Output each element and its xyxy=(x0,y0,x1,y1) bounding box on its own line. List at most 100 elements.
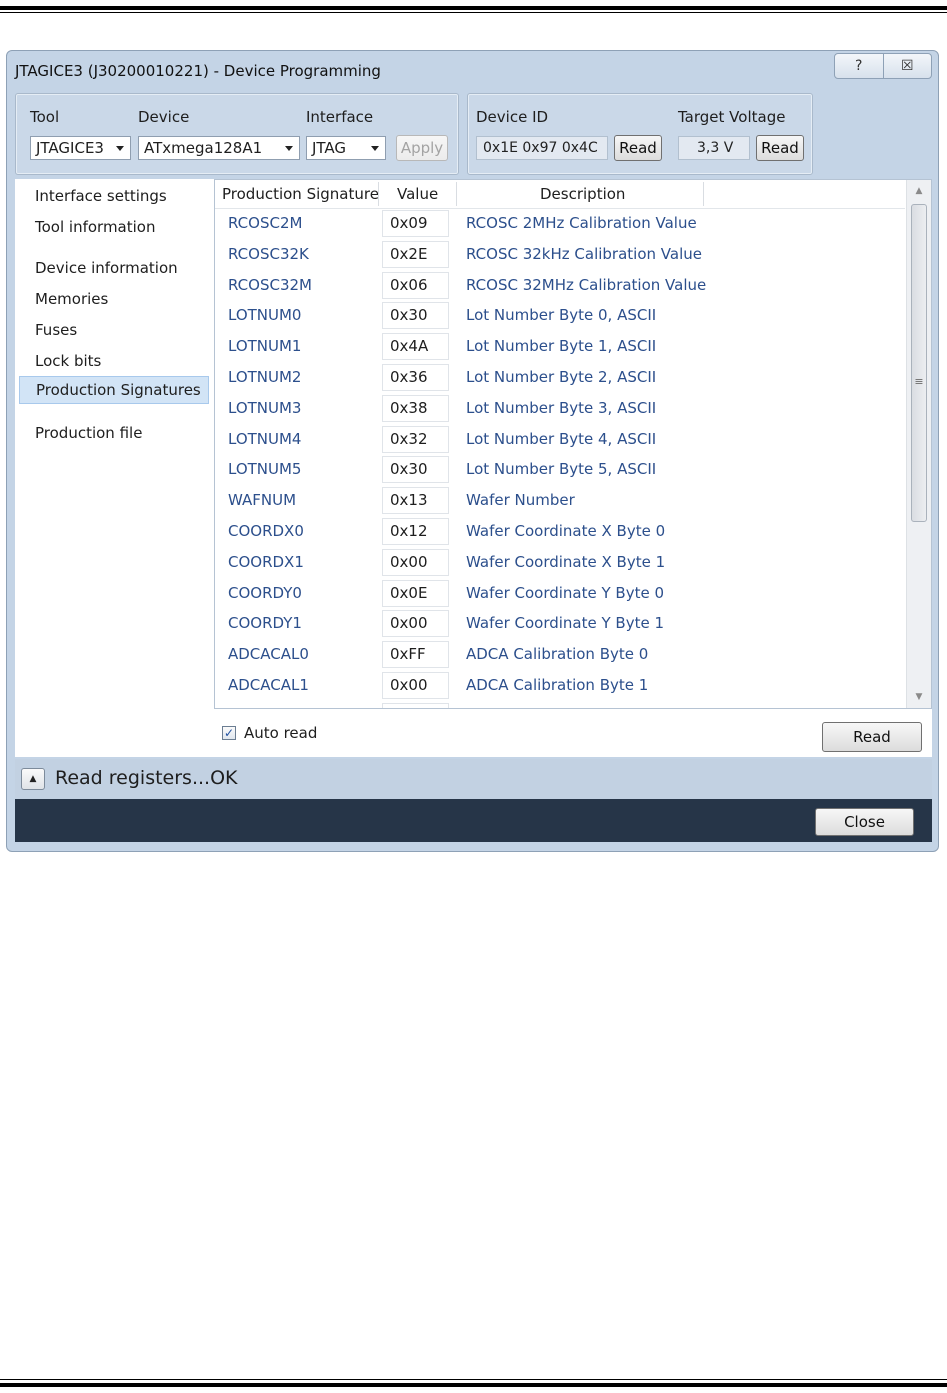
table-row[interactable]: LOTNUM1 0x4A Lot Number Byte 1, ASCII xyxy=(215,331,905,362)
signature-value-field[interactable]: 0x2E xyxy=(382,240,449,268)
expand-log-button[interactable]: ▲ xyxy=(21,768,45,790)
window-title: JTAGICE3 (J30200010221) - Device Program… xyxy=(15,62,381,80)
help-icon: ? xyxy=(855,58,863,74)
interface-label: Interface xyxy=(306,108,374,126)
table-row[interactable]: RCOSC32K 0x2E RCOSC 32kHz Calibration Valu… xyxy=(215,239,905,270)
table-row[interactable]: COORDX1 0x00 Wafer Coordinate X Byte 1 xyxy=(215,547,905,578)
status-bar: ▲ Read registers...OK xyxy=(15,759,932,799)
table-row[interactable]: LOTNUM3 0x38 Lot Number Byte 3, ASCII xyxy=(215,393,905,424)
table-row[interactable]: WAFNUM 0x13 Wafer Number xyxy=(215,485,905,516)
signature-description: Lot Number Byte 0, ASCII xyxy=(466,306,657,325)
auto-read-label[interactable]: Auto read xyxy=(244,724,317,742)
sidebar-item-production-signatures[interactable]: Production Signatures xyxy=(19,376,209,404)
scrollbar-thumb[interactable]: ≡ xyxy=(911,204,927,522)
table-row[interactable]: COORDY1 0x00 Wafer Coordinate Y Byte 1 xyxy=(215,608,905,639)
signature-description: Wafer Coordinate X Byte 1 xyxy=(466,552,666,571)
chevron-down-icon xyxy=(371,146,379,151)
sidebar-item-device-information[interactable]: Device information xyxy=(19,254,209,282)
tool-label: Tool xyxy=(30,108,60,126)
device-select[interactable]: ATxmega128A1 xyxy=(138,136,300,160)
interface-select-value: JTAG xyxy=(312,139,347,157)
table-row[interactable]: LOTNUM4 0x32 Lot Number Byte 4, ASCII xyxy=(215,424,905,455)
column-header-description[interactable]: Description xyxy=(540,180,625,208)
table-row[interactable]: LOTNUM2 0x36 Lot Number Byte 2, ASCII xyxy=(215,362,905,393)
table-row[interactable]: COORDX0 0x12 Wafer Coordinate X Byte 0 xyxy=(215,516,905,547)
production-signatures-panel: Production Signature Value Description R… xyxy=(214,179,932,709)
signature-name: LOTNUM2 xyxy=(228,368,302,386)
signature-description: RCOSC 32MHz Calibration Value xyxy=(466,275,707,294)
signature-value-field[interactable]: 0x06 xyxy=(382,271,449,299)
device-id-label: Device ID xyxy=(476,108,549,126)
table-row[interactable]: LOTNUM5 0x30 Lot Number Byte 5, ASCII xyxy=(215,454,905,485)
dialog-footer: Close xyxy=(15,799,932,842)
signature-value-field[interactable]: 0x09 xyxy=(382,210,449,237)
scroll-down-icon[interactable]: ▼ xyxy=(907,686,931,708)
target-voltage-read-button[interactable]: Read xyxy=(756,135,804,161)
auto-read-checkbox[interactable]: ✓ xyxy=(222,726,236,740)
scroll-up-icon[interactable]: ▲ xyxy=(907,180,931,202)
status-text: Read registers...OK xyxy=(55,767,238,789)
tool-select[interactable]: JTAGICE3 xyxy=(30,136,131,160)
signature-value-field[interactable]: 0x00 xyxy=(382,610,449,638)
signature-value-field[interactable]: 0x00 xyxy=(382,672,449,699)
signature-value-field[interactable]: 0x12 xyxy=(382,518,449,545)
table-row[interactable]: COORDY0 0x0E Wafer Coordinate Y Byte 0 xyxy=(215,578,905,609)
signature-name: LOTNUM4 xyxy=(228,429,302,448)
apply-button[interactable]: Apply xyxy=(396,135,448,161)
sidebar-item-production-file[interactable]: Production file xyxy=(19,419,209,447)
top-rule-thin xyxy=(0,12,947,13)
signature-value-field[interactable]: 0x30 xyxy=(382,456,449,484)
signature-name: COORDX1 xyxy=(228,552,304,571)
signature-value-field[interactable]: 0x38 xyxy=(382,394,449,422)
column-header-signature[interactable]: Production Signature xyxy=(222,180,379,208)
signature-description: ADCA Calibration Byte 0 xyxy=(466,645,649,664)
signature-value-field[interactable]: 0x30 xyxy=(382,302,449,330)
signature-name: LOTNUM5 xyxy=(228,460,302,479)
device-id-read-button[interactable]: Read xyxy=(614,135,662,161)
close-window-button[interactable]: ☒ xyxy=(882,54,932,78)
column-header-value[interactable]: Value xyxy=(397,180,438,208)
signature-name: WAFNUM xyxy=(228,491,297,510)
signature-value-field[interactable]: 0x00 xyxy=(382,548,449,576)
signature-description: Lot Number Byte 3, ASCII xyxy=(466,398,657,417)
device-id-voltage-group: Device ID Target Voltage 0x1E 0x97 0x4C … xyxy=(467,93,813,175)
help-button[interactable]: ? xyxy=(835,54,883,78)
grip-icon: ≡ xyxy=(914,375,924,388)
signature-value-field[interactable]: 0x0E xyxy=(382,579,449,607)
table-header: Production Signature Value Description xyxy=(215,180,905,209)
signature-value-field[interactable]: 0x4A xyxy=(382,333,449,361)
vertical-scrollbar[interactable]: ▲ ≡ ▼ xyxy=(906,180,931,708)
signature-description: Wafer Coordinate Y Byte 0 xyxy=(466,583,665,602)
signature-value-field[interactable] xyxy=(382,702,449,708)
sidebar-item-fuses[interactable]: Fuses xyxy=(19,316,209,344)
table-row[interactable]: LOTNUM0 0x30 Lot Number Byte 0, ASCII xyxy=(215,300,905,331)
column-divider xyxy=(378,182,379,206)
table-body: RCOSC2M 0x09 RCOSC 2MHz Calibration Value R… xyxy=(215,208,905,708)
close-button[interactable]: Close xyxy=(815,808,914,836)
interface-select[interactable]: JTAG xyxy=(306,136,386,160)
sidebar-item-interface-settings[interactable]: Interface settings xyxy=(19,182,209,210)
signature-name: ADCACAL0 xyxy=(228,645,309,664)
signature-description: Wafer Number xyxy=(466,491,575,510)
bottom-rule-thick xyxy=(0,1383,947,1387)
signature-value-field[interactable]: 0x13 xyxy=(382,487,449,515)
window-controls: ? ☒ xyxy=(834,53,932,79)
table-row[interactable]: RCOSC32M 0x06 RCOSC 32MHz Calibration Valu… xyxy=(215,270,905,301)
signature-value-field[interactable]: 0xFF xyxy=(382,641,449,669)
table-row[interactable]: ADCACAL0 0xFF ADCA Calibration Byte 0 xyxy=(215,639,905,670)
column-divider xyxy=(703,182,704,206)
sidebar-item-memories[interactable]: Memories xyxy=(19,285,209,313)
device-label: Device xyxy=(138,108,190,126)
read-button[interactable]: Read xyxy=(822,722,922,752)
table-row[interactable]: ADCACAL1 0x00 ADCA Calibration Byte 1 xyxy=(215,670,905,701)
signature-value-field[interactable]: 0x36 xyxy=(382,364,449,391)
signature-name: COORDX0 xyxy=(228,522,304,540)
table-row[interactable]: RCOSC2M 0x09 RCOSC 2MHz Calibration Value xyxy=(215,208,905,239)
signature-description: Lot Number Byte 4, ASCII xyxy=(466,429,657,448)
sidebar-item-tool-information[interactable]: Tool information xyxy=(19,213,209,241)
chevron-up-icon: ▲ xyxy=(29,774,37,784)
device-select-value: ATxmega128A1 xyxy=(144,139,263,157)
signature-value-field[interactable]: 0x32 xyxy=(382,425,449,453)
sidebar-item-lock-bits[interactable]: Lock bits xyxy=(19,347,209,375)
tool-device-group: Tool Device Interface JTAGICE3 ATxmega12… xyxy=(15,93,459,175)
